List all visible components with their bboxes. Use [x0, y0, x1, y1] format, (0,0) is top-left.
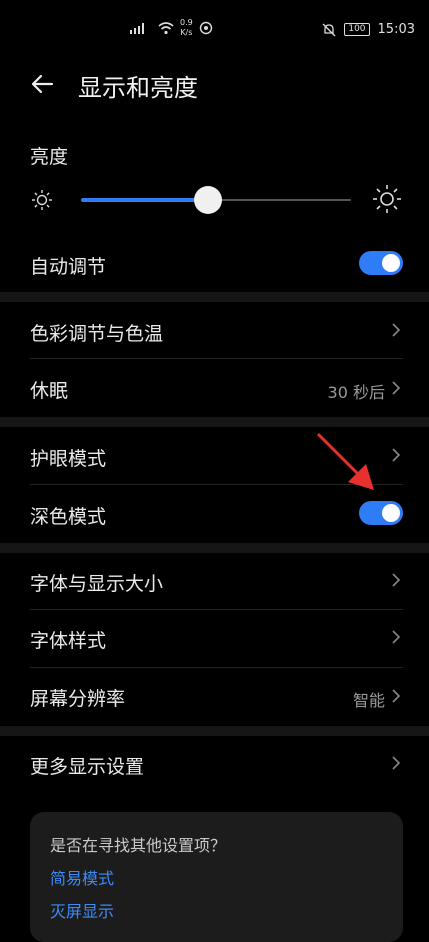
signal-icon: [130, 23, 144, 34]
network-speed: 0.9 K/s: [180, 18, 193, 38]
sleep-row[interactable]: 休眠 30 秒后: [0, 359, 429, 415]
chevron-right-icon: [392, 756, 401, 770]
sleep-value: 30 秒后: [327, 383, 385, 402]
chevron-right-icon: [392, 573, 401, 587]
clock: 15:03: [377, 22, 415, 37]
section-gap: [0, 417, 429, 427]
page-title: 显示和亮度: [78, 74, 198, 102]
page-header: 显示和亮度: [0, 60, 429, 112]
chevron-right-icon: [392, 323, 401, 337]
section-gap: [0, 726, 429, 736]
dark-mode-toggle[interactable]: [359, 501, 403, 525]
auto-adjust-label: 自动调节: [30, 256, 107, 278]
font-style-row[interactable]: 字体样式: [0, 610, 429, 666]
brightness-fill: [81, 198, 208, 202]
resolution-row[interactable]: 屏幕分辨率 智能: [0, 668, 429, 724]
more-display-label: 更多显示设置: [30, 756, 145, 778]
sleep-label: 休眠: [30, 380, 69, 402]
brightness-high-icon: [373, 185, 401, 213]
color-temp-row[interactable]: 色彩调节与色温: [0, 302, 429, 358]
toggle-knob: [382, 254, 400, 272]
font-size-row[interactable]: 字体与显示大小: [0, 553, 429, 609]
brightness-label: 亮度: [30, 146, 69, 168]
auto-adjust-toggle[interactable]: [359, 251, 403, 275]
network-speed-value: 0.9: [180, 18, 193, 27]
suggestions-card: 是否在寻找其他设置项？ 简易模式 灭屏显示: [30, 812, 403, 942]
brightness-slider[interactable]: [30, 182, 402, 218]
color-temp-label: 色彩调节与色温: [30, 323, 164, 345]
brightness-thumb[interactable]: [194, 186, 222, 214]
annotation-arrow: [317, 433, 374, 490]
app-notification-icon: [199, 21, 212, 35]
chevron-right-icon: [392, 689, 401, 703]
status-bar: 0.9 K/s 100 15:03: [0, 0, 429, 60]
resolution-value: 智能: [352, 691, 385, 710]
toggle-knob: [382, 504, 400, 522]
section-gap: [0, 292, 429, 302]
more-display-row[interactable]: 更多显示设置: [0, 736, 429, 792]
font-style-label: 字体样式: [30, 630, 107, 652]
section-gap: [0, 543, 429, 553]
resolution-label: 屏幕分辨率: [30, 688, 126, 710]
network-speed-unit: K/s: [180, 28, 193, 37]
eye-comfort-label: 护眼模式: [30, 448, 107, 470]
suggestions-question: 是否在寻找其他设置项？: [50, 836, 227, 855]
brightness-low-icon: [32, 190, 52, 210]
chevron-right-icon: [392, 448, 401, 462]
chevron-right-icon: [392, 630, 401, 644]
simple-mode-link[interactable]: 简易模式: [50, 865, 114, 889]
wifi-icon: [158, 22, 174, 35]
battery-indicator: 100: [344, 23, 370, 36]
aod-link[interactable]: 灭屏显示: [50, 898, 114, 922]
back-arrow-icon[interactable]: [30, 72, 54, 96]
auto-adjust-row[interactable]: 自动调节: [0, 240, 429, 290]
status-bar-right: 100 15:03: [322, 22, 415, 37]
status-bar-center: 0.9 K/s: [128, 18, 213, 38]
chevron-right-icon: [392, 381, 401, 395]
mute-bell-icon: [322, 23, 336, 36]
dark-mode-label: 深色模式: [30, 506, 107, 528]
font-size-label: 字体与显示大小: [30, 573, 164, 595]
